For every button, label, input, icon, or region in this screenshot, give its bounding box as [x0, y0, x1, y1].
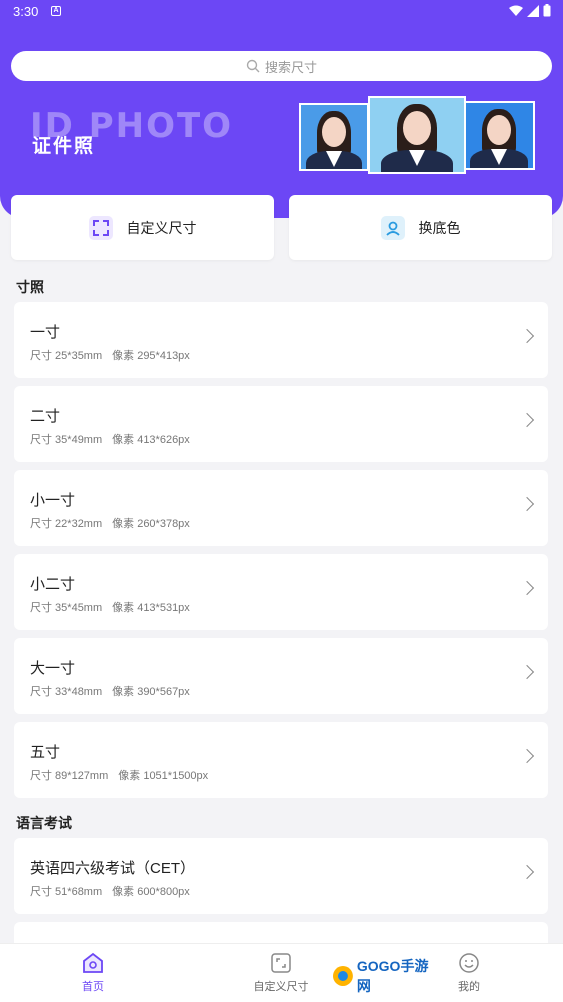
status-icons	[509, 4, 551, 17]
search-icon	[246, 59, 260, 73]
size-name: 五寸	[30, 744, 61, 761]
watermark-text: GOGO手游网	[356, 958, 429, 994]
size-card-5[interactable]: 大一寸 尺寸 33*48mm 像素 390*567px	[14, 638, 548, 714]
smile-icon	[459, 953, 479, 973]
banner-photo-right	[463, 101, 535, 170]
chevron-right-icon	[519, 496, 535, 512]
wifi-icon	[509, 5, 523, 16]
tab-home-label: 首页	[82, 981, 104, 993]
search-placeholder: 搜索尺寸	[264, 59, 317, 75]
size-spec: 尺寸 25*35mm 像素 295*413px	[30, 350, 190, 362]
exam-name: 英语四六级考试（CET）	[30, 860, 196, 877]
chevron-right-icon	[519, 864, 535, 880]
banner-photo-left	[299, 103, 369, 171]
battery-icon	[543, 4, 551, 17]
size-name: 小一寸	[30, 492, 76, 509]
chevron-right-icon	[519, 412, 535, 428]
change-background-button[interactable]: 换底色	[289, 195, 552, 260]
banner-chinese-title: 证件照	[32, 136, 96, 157]
size-card-6[interactable]: 五寸 尺寸 89*127mm 像素 1051*1500px	[14, 722, 548, 798]
size-name: 二寸	[30, 408, 61, 425]
section-title-photo: 寸照	[16, 279, 44, 295]
change-background-label: 换底色	[418, 219, 461, 236]
size-spec: 尺寸 22*32mm 像素 260*378px	[30, 518, 190, 530]
chevron-right-icon	[519, 580, 535, 596]
search-bar[interactable]: 搜索尺寸	[11, 51, 552, 81]
gogo-watermark-logo: GOGO手游网	[332, 958, 442, 994]
custom-size-button[interactable]: 自定义尺寸	[11, 195, 274, 260]
tab-custom-size-label: 自定义尺寸	[253, 981, 309, 993]
tab-mine-label: 我的	[458, 981, 480, 993]
signal-icon	[527, 4, 539, 17]
tab-custom-size[interactable]: 自定义尺寸	[241, 952, 321, 994]
crop-icon	[271, 953, 291, 973]
size-spec: 尺寸 89*127mm 像素 1051*1500px	[30, 770, 209, 782]
status-time: 3:30	[13, 4, 39, 19]
exam-card-1[interactable]: 英语四六级考试（CET） 尺寸 51*68mm 像素 600*800px	[14, 838, 548, 914]
crop-icon	[88, 215, 113, 240]
home-icon	[83, 952, 103, 973]
exam-spec: 尺寸 51*68mm 像素 600*800px	[30, 886, 190, 898]
size-card-3[interactable]: 小一寸 尺寸 22*32mm 像素 260*378px	[14, 470, 548, 546]
size-name: 大一寸	[30, 660, 76, 677]
size-name: 一寸	[30, 324, 61, 341]
custom-size-label: 自定义尺寸	[126, 219, 197, 236]
size-card-4[interactable]: 小二寸 尺寸 35*45mm 像素 413*531px	[14, 554, 548, 630]
section-title-language-exam: 语言考试	[16, 815, 72, 831]
size-card-1[interactable]: 一寸 尺寸 25*35mm 像素 295*413px	[14, 302, 548, 378]
chevron-right-icon	[519, 664, 535, 680]
notification-icon: A	[51, 6, 61, 16]
chevron-right-icon	[519, 748, 535, 764]
size-card-2[interactable]: 二寸 尺寸 35*49mm 像素 413*626px	[14, 386, 548, 462]
person-icon	[380, 215, 405, 240]
size-spec: 尺寸 33*48mm 像素 390*567px	[30, 686, 190, 698]
bottom-tab-bar: 首页 自定义尺寸 我的	[0, 943, 563, 1002]
size-spec: 尺寸 35*49mm 像素 413*626px	[30, 434, 190, 446]
chevron-right-icon	[519, 328, 535, 344]
header-background: 3:30 A 搜索尺寸 ID PHOTO 证件照	[0, 0, 563, 218]
size-spec: 尺寸 35*45mm 像素 413*531px	[30, 602, 190, 614]
size-name: 小二寸	[30, 576, 76, 593]
banner-photo-center	[368, 96, 466, 174]
tab-home[interactable]: 首页	[53, 952, 133, 994]
status-bar: 3:30 A	[0, 0, 563, 24]
